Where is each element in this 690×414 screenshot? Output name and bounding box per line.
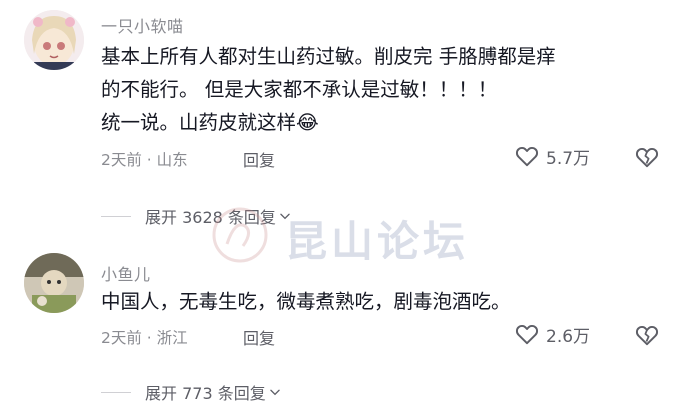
comment-text: 基本上所有人都对生山药过敏。削皮完 手胳膊都是痒 的不能行。 但是大家都不承认是… <box>101 45 556 134</box>
username[interactable]: 小鱼儿 <box>101 261 151 285</box>
avatar-image <box>24 10 84 70</box>
avatar[interactable] <box>24 10 84 70</box>
chevron-down-icon <box>280 213 290 220</box>
reply-button[interactable]: 回复 <box>243 325 275 349</box>
expand-replies-label: 展开 3628 条回复 <box>145 208 276 227</box>
username[interactable]: 一只小软喵 <box>101 13 184 37</box>
like-button[interactable]: 2.6万 <box>514 321 590 347</box>
expand-replies-label: 展开 773 条回复 <box>145 384 266 403</box>
comment-meta: 2天前 · 浙江 <box>101 329 188 347</box>
comment-meta: 2天前 · 山东 <box>101 151 188 169</box>
like-count: 5.7万 <box>546 148 591 169</box>
laughing-crying-emoji: 😂 <box>296 111 319 134</box>
chevron-down-icon <box>269 389 280 396</box>
broken-heart-icon <box>635 325 659 346</box>
avatar-image <box>24 253 84 313</box>
divider <box>101 215 131 217</box>
dislike-button[interactable] <box>634 322 660 352</box>
like-count: 2.6万 <box>546 326 591 347</box>
expand-replies-button[interactable]: 展开 773 条回复 <box>101 380 282 404</box>
broken-heart-icon <box>635 147 659 168</box>
avatar[interactable] <box>24 253 84 313</box>
heart-outline-icon <box>515 324 539 345</box>
heart-outline-icon <box>515 146 539 167</box>
comment-text: 中国人，无毒生吃，微毒煮熟吃，剧毒泡酒吃。 <box>101 290 511 313</box>
expand-replies-button[interactable]: 展开 3628 条回复 <box>101 204 292 228</box>
divider <box>101 391 131 393</box>
watermark-text: 昆山论坛 <box>285 217 470 266</box>
comment-item: 一只小软喵 基本上所有人都对生山药过敏。削皮完 手胳膊都是痒 的不能行。 但是大… <box>0 0 690 227</box>
reply-button[interactable]: 回复 <box>243 147 275 171</box>
dislike-button[interactable] <box>634 144 660 174</box>
like-button[interactable]: 5.7万 <box>514 143 590 169</box>
